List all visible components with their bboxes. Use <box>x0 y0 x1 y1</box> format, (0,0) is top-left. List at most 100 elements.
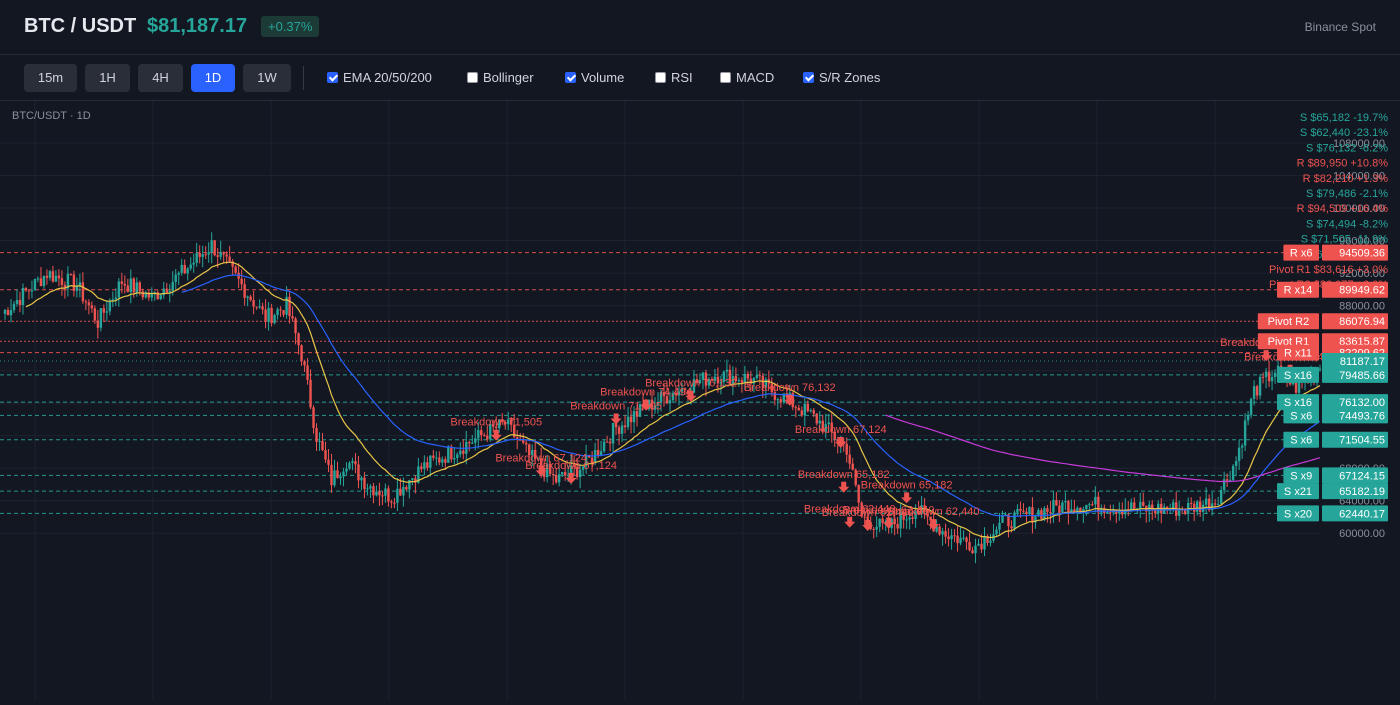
candle-body <box>21 287 25 306</box>
checkbox-unchecked-icon[interactable] <box>720 72 731 83</box>
candle-body <box>1031 507 1034 523</box>
timeframe-1w-button[interactable]: 1W <box>243 64 291 92</box>
candle-body <box>1067 501 1070 514</box>
checkbox-unchecked-icon[interactable] <box>655 72 666 83</box>
chart-area[interactable]: Breakdown 71,505 Breakdown 67,124 Breakdow… <box>0 101 1400 700</box>
candle-body <box>120 281 124 284</box>
volume-toggle[interactable]: Volume <box>565 70 624 86</box>
candle-body <box>36 278 40 280</box>
candle-body <box>429 455 432 468</box>
ema-toggle[interactable]: EMA 20/50/200 <box>327 70 432 86</box>
candle-body <box>246 296 249 298</box>
candle-body <box>1064 501 1067 503</box>
candle-body <box>1246 415 1250 421</box>
candle-body <box>138 282 141 292</box>
candle-body <box>896 524 899 529</box>
candle-body <box>444 459 447 463</box>
candle-body <box>989 540 992 543</box>
candle-body <box>1028 507 1031 515</box>
candle-body <box>264 309 267 322</box>
breakdown-label: Breakdown 67,124 <box>795 424 887 436</box>
checkbox-unchecked-icon[interactable] <box>467 72 478 83</box>
candle-body <box>1076 507 1079 512</box>
candle-body <box>51 271 55 282</box>
candle-body <box>180 264 183 273</box>
candle-body <box>69 273 73 275</box>
candle-body <box>800 410 803 416</box>
candle-body <box>201 254 204 257</box>
level-tags: R x6 94509.36 R x14 89949.62 Pivot R2 86076.9… <box>1257 244 1388 522</box>
candle-body <box>240 278 243 285</box>
timeframe-4h-button[interactable]: 4H <box>138 64 183 92</box>
candle-body <box>1013 512 1016 529</box>
timeframe-1h-button[interactable]: 1H <box>85 64 130 92</box>
timeframe-1d-button[interactable]: 1D <box>191 64 235 92</box>
rsi-toggle-label: RSI <box>671 70 693 85</box>
arrow-down-icon <box>565 472 577 484</box>
candle-body <box>192 262 195 265</box>
level-tag: R x14 89949.62 <box>1277 281 1388 298</box>
candle-body <box>1091 504 1094 506</box>
level-value: 79485.66 <box>1339 370 1385 382</box>
macd-toggle[interactable]: MACD <box>720 70 774 86</box>
zone-note: S $76,132 -6.2% <box>1306 142 1388 154</box>
bollinger-toggle[interactable]: Bollinger <box>467 70 534 86</box>
level-tag-label: R x6 <box>1290 248 1313 260</box>
candle-body <box>617 427 621 434</box>
candle-body <box>857 484 860 503</box>
price-chart[interactable]: Breakdown 71,505 Breakdown 67,124 Breakdow… <box>0 101 1400 700</box>
toolbar: 15m 1H 4H 1D 1W EMA 20/50/200 Bollinger … <box>0 55 1400 101</box>
level-tag-label: S x6 <box>1290 435 1312 447</box>
candle-body <box>96 320 100 328</box>
ema-200-line <box>885 414 1321 483</box>
candle-body <box>198 252 201 257</box>
timeframe-15m-button[interactable]: 15m <box>24 64 77 92</box>
candle-body <box>312 407 315 428</box>
candle-body <box>1219 489 1223 504</box>
volume-toggle-label: Volume <box>581 70 625 85</box>
breakdown-label: Breakdown 76,132 <box>645 378 737 390</box>
candle-body <box>1225 479 1229 481</box>
sr-zones-toggle[interactable]: S/R Zones <box>803 70 880 86</box>
candle-body <box>1025 511 1028 515</box>
level-tag: S x21 65182.19 <box>1277 483 1388 500</box>
candle-body <box>132 278 135 293</box>
candle-body <box>809 410 812 412</box>
candle-body <box>1195 501 1199 512</box>
zone-note: S $62,440 -23.1% <box>1300 127 1388 139</box>
candle-body <box>75 286 79 291</box>
price-change-badge: +0.37% <box>261 16 320 37</box>
zone-note: R $94,509 +16.4% <box>1297 203 1389 215</box>
candle-body <box>486 435 489 440</box>
candle-body <box>243 284 246 298</box>
checkbox-checked-icon[interactable] <box>803 72 814 83</box>
level-tag-label: S x9 <box>1290 470 1312 482</box>
symbol-name: BTC / USDT <box>24 15 137 37</box>
candle-body <box>1085 504 1088 510</box>
candle-body <box>962 537 965 539</box>
current-price-value: 81187.17 <box>1340 356 1385 368</box>
candle-body <box>399 488 402 496</box>
candle-body <box>459 450 462 455</box>
candle-body <box>15 300 19 304</box>
price-axis-label: 88000.00 <box>1339 301 1385 313</box>
candle-body <box>1213 503 1217 505</box>
candle-body <box>806 403 809 412</box>
candle-body <box>1016 508 1019 513</box>
candle-body <box>1052 500 1055 513</box>
checkbox-checked-icon[interactable] <box>565 72 576 83</box>
level-value: 89949.62 <box>1339 285 1385 297</box>
rsi-toggle[interactable]: RSI <box>655 70 693 86</box>
candle-body <box>393 502 396 504</box>
candle-body <box>261 306 264 310</box>
candle-body <box>204 254 207 256</box>
candle-body <box>123 283 127 286</box>
zone-note: S $79,486 -2.1% <box>1306 188 1388 200</box>
candle-body <box>1046 508 1049 512</box>
checkbox-checked-icon[interactable] <box>327 72 338 83</box>
candle-body <box>779 399 783 403</box>
zone-note: R $82,210 +1.3% <box>1303 173 1389 185</box>
candle-body <box>938 526 941 535</box>
level-value: 76132.00 <box>1339 397 1385 409</box>
ema-toggle-label: EMA 20/50/200 <box>343 70 432 85</box>
